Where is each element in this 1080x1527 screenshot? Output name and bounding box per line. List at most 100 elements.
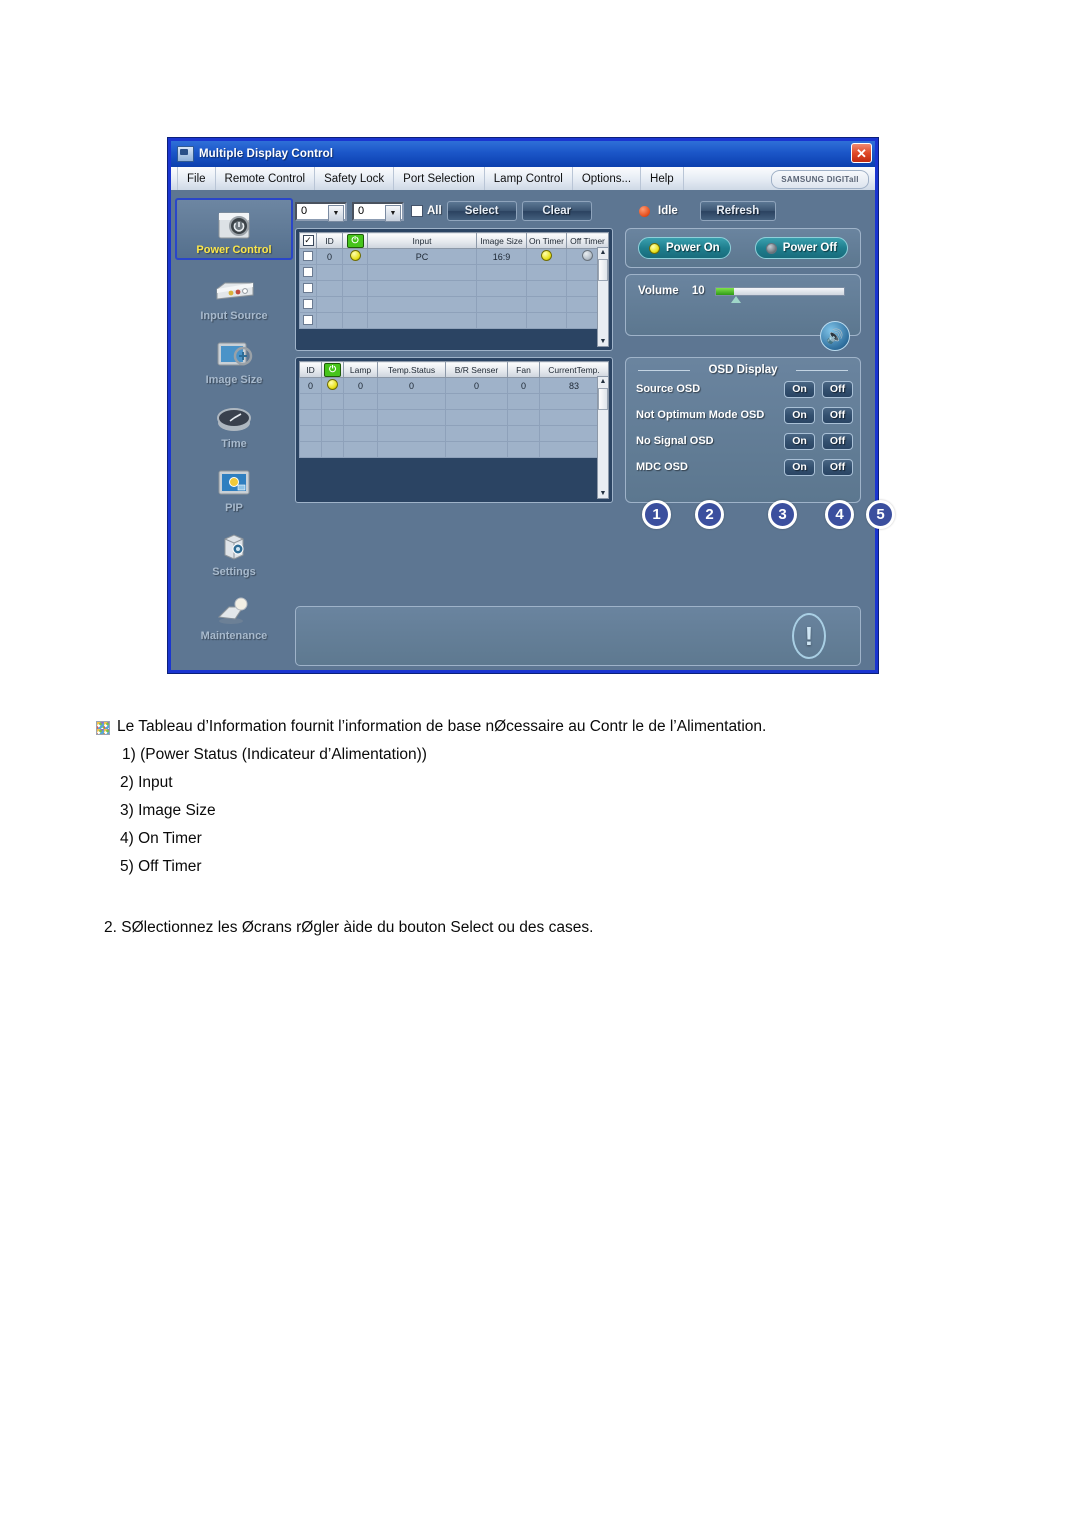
select-all-header[interactable]: ✓: [299, 232, 317, 249]
col-power: ⏻: [321, 361, 344, 378]
monitor-resize-icon: [211, 337, 257, 373]
chevron-down-icon[interactable]: ▼: [328, 204, 344, 222]
all-label: All: [427, 205, 442, 217]
not-optimum-osd-off-button[interactable]: Off: [822, 406, 853, 424]
callout-1: 1: [642, 500, 671, 529]
scroll-down-icon[interactable]: ▼: [600, 489, 607, 498]
table-row[interactable]: [299, 441, 609, 458]
power-off-dot-icon: [765, 242, 777, 254]
table-row[interactable]: [299, 296, 609, 313]
menu-item-safety-lock[interactable]: Safety Lock: [315, 167, 395, 190]
mdc-osd-off-button[interactable]: Off: [822, 458, 853, 476]
menu-item-remote-control[interactable]: Remote Control: [216, 167, 316, 190]
row-checkbox[interactable]: [303, 250, 313, 261]
table-row[interactable]: [299, 280, 609, 297]
row-checkbox[interactable]: [303, 314, 313, 325]
callout-4: 4: [825, 500, 854, 529]
scroll-up-icon[interactable]: ▲: [600, 248, 607, 257]
row-checkbox-cell[interactable]: [299, 264, 317, 281]
row-checkbox[interactable]: [303, 282, 313, 293]
sidebar-item-settings[interactable]: Settings: [175, 518, 293, 580]
sidebar-item-pip[interactable]: PIP: [175, 454, 293, 516]
col-on-timer: On Timer: [526, 232, 567, 249]
clear-button[interactable]: Clear: [521, 201, 592, 221]
sidebar-item-power-control[interactable]: Power Control: [175, 198, 293, 260]
menu-item-file[interactable]: File: [177, 167, 216, 190]
table-row[interactable]: 0 0 0 0 0 83: [299, 377, 609, 394]
speaker-icon[interactable]: 🔊: [820, 321, 850, 351]
menu-item-port-selection[interactable]: Port Selection: [394, 167, 485, 190]
osd-display-panel: OSD Display Source OSD On Off Not Optimu…: [625, 357, 861, 503]
select-button[interactable]: Select: [446, 201, 517, 221]
id-to-dropdown[interactable]: 0 ▼: [352, 201, 404, 222]
id-to-value: 0: [358, 205, 365, 217]
no-signal-osd-off-button[interactable]: Off: [822, 432, 853, 450]
step-2-paragraph: 2. SØlectionnez les Øcrans rØgler àide d…: [104, 919, 594, 937]
sidebar-item-image-size[interactable]: Image Size: [175, 326, 293, 388]
row-checkbox-cell[interactable]: [299, 248, 317, 265]
power-camera-icon: [211, 207, 257, 243]
row-image-size: 16:9: [476, 248, 527, 265]
selection-toolbar: 0 ▼ 0 ▼ All Select Clear: [295, 196, 613, 226]
table-row[interactable]: [299, 425, 609, 442]
app-body: Power Control Input Source Image Size Ti…: [171, 190, 895, 670]
mosaic-bullet-icon: [96, 721, 110, 735]
row-temp-status: 0: [377, 377, 446, 394]
not-optimum-osd-on-button[interactable]: On: [784, 406, 815, 424]
table-row[interactable]: [299, 393, 609, 410]
table-row[interactable]: 0 PC 16:9: [299, 248, 609, 265]
scrollbar-thumb[interactable]: [598, 388, 608, 410]
samsung-logo: SAMSUNG DIGITall: [771, 170, 869, 189]
close-icon[interactable]: ✕: [851, 143, 872, 163]
table-scrollbar[interactable]: ▲ ▼: [597, 247, 609, 347]
row-br-senser: 0: [445, 377, 508, 394]
row-checkbox-cell[interactable]: [299, 312, 317, 329]
sidebar-item-maintenance[interactable]: Maintenance: [175, 582, 293, 644]
refresh-button[interactable]: Refresh: [699, 201, 776, 221]
power-off-button[interactable]: Power Off: [754, 237, 848, 259]
all-checkbox-group[interactable]: All: [411, 205, 442, 217]
sidebar-item-label: Maintenance: [200, 629, 268, 642]
sidebar-item-label: Input Source: [200, 309, 268, 322]
row-checkbox[interactable]: [303, 298, 313, 309]
menu-item-lamp-control[interactable]: Lamp Control: [485, 167, 573, 190]
row-checkbox-cell[interactable]: [299, 280, 317, 297]
id-from-dropdown[interactable]: 0 ▼: [295, 201, 347, 222]
sidebar-item-label: Time: [221, 437, 247, 450]
callout-3: 3: [768, 500, 797, 529]
no-signal-osd-on-button[interactable]: On: [784, 432, 815, 450]
off-timer-dot-icon: [582, 250, 593, 261]
list-item: 5) Off Timer: [120, 858, 202, 876]
table-row[interactable]: [299, 312, 609, 329]
all-checkbox[interactable]: [411, 205, 423, 217]
row-power-status: [342, 248, 368, 265]
row-checkbox[interactable]: [303, 266, 313, 277]
list-item: 4) On Timer: [120, 830, 202, 848]
power-off-label: Power Off: [782, 242, 837, 254]
power-on-button[interactable]: Power On: [638, 237, 731, 259]
app-icon: [177, 146, 194, 162]
table-scrollbar[interactable]: ▲ ▼: [597, 376, 609, 499]
row-checkbox-cell[interactable]: [299, 296, 317, 313]
source-osd-off-button[interactable]: Off: [822, 380, 853, 398]
list-item: 3) Image Size: [120, 802, 216, 820]
mdc-osd-on-button[interactable]: On: [784, 458, 815, 476]
source-osd-on-button[interactable]: On: [784, 380, 815, 398]
table-row[interactable]: [299, 409, 609, 426]
power-on-label: Power On: [666, 242, 720, 254]
sidebar-item-time[interactable]: Time: [175, 390, 293, 452]
menu-item-help[interactable]: Help: [641, 167, 684, 190]
menu-item-options[interactable]: Options...: [573, 167, 642, 190]
scrollbar-thumb[interactable]: [598, 259, 608, 281]
col-lamp: Lamp: [343, 361, 378, 378]
chevron-down-icon[interactable]: ▼: [385, 204, 401, 222]
callout-5: 5: [866, 500, 895, 529]
scroll-down-icon[interactable]: ▼: [600, 337, 607, 346]
scroll-up-icon[interactable]: ▲: [600, 377, 607, 386]
sidebar-item-input-source[interactable]: Input Source: [175, 262, 293, 324]
volume-slider[interactable]: [714, 286, 845, 303]
volume-slider-thumb[interactable]: [731, 295, 742, 303]
table-row[interactable]: [299, 264, 609, 281]
row-input: PC: [367, 248, 477, 265]
select-all-checkbox[interactable]: ✓: [302, 235, 314, 246]
